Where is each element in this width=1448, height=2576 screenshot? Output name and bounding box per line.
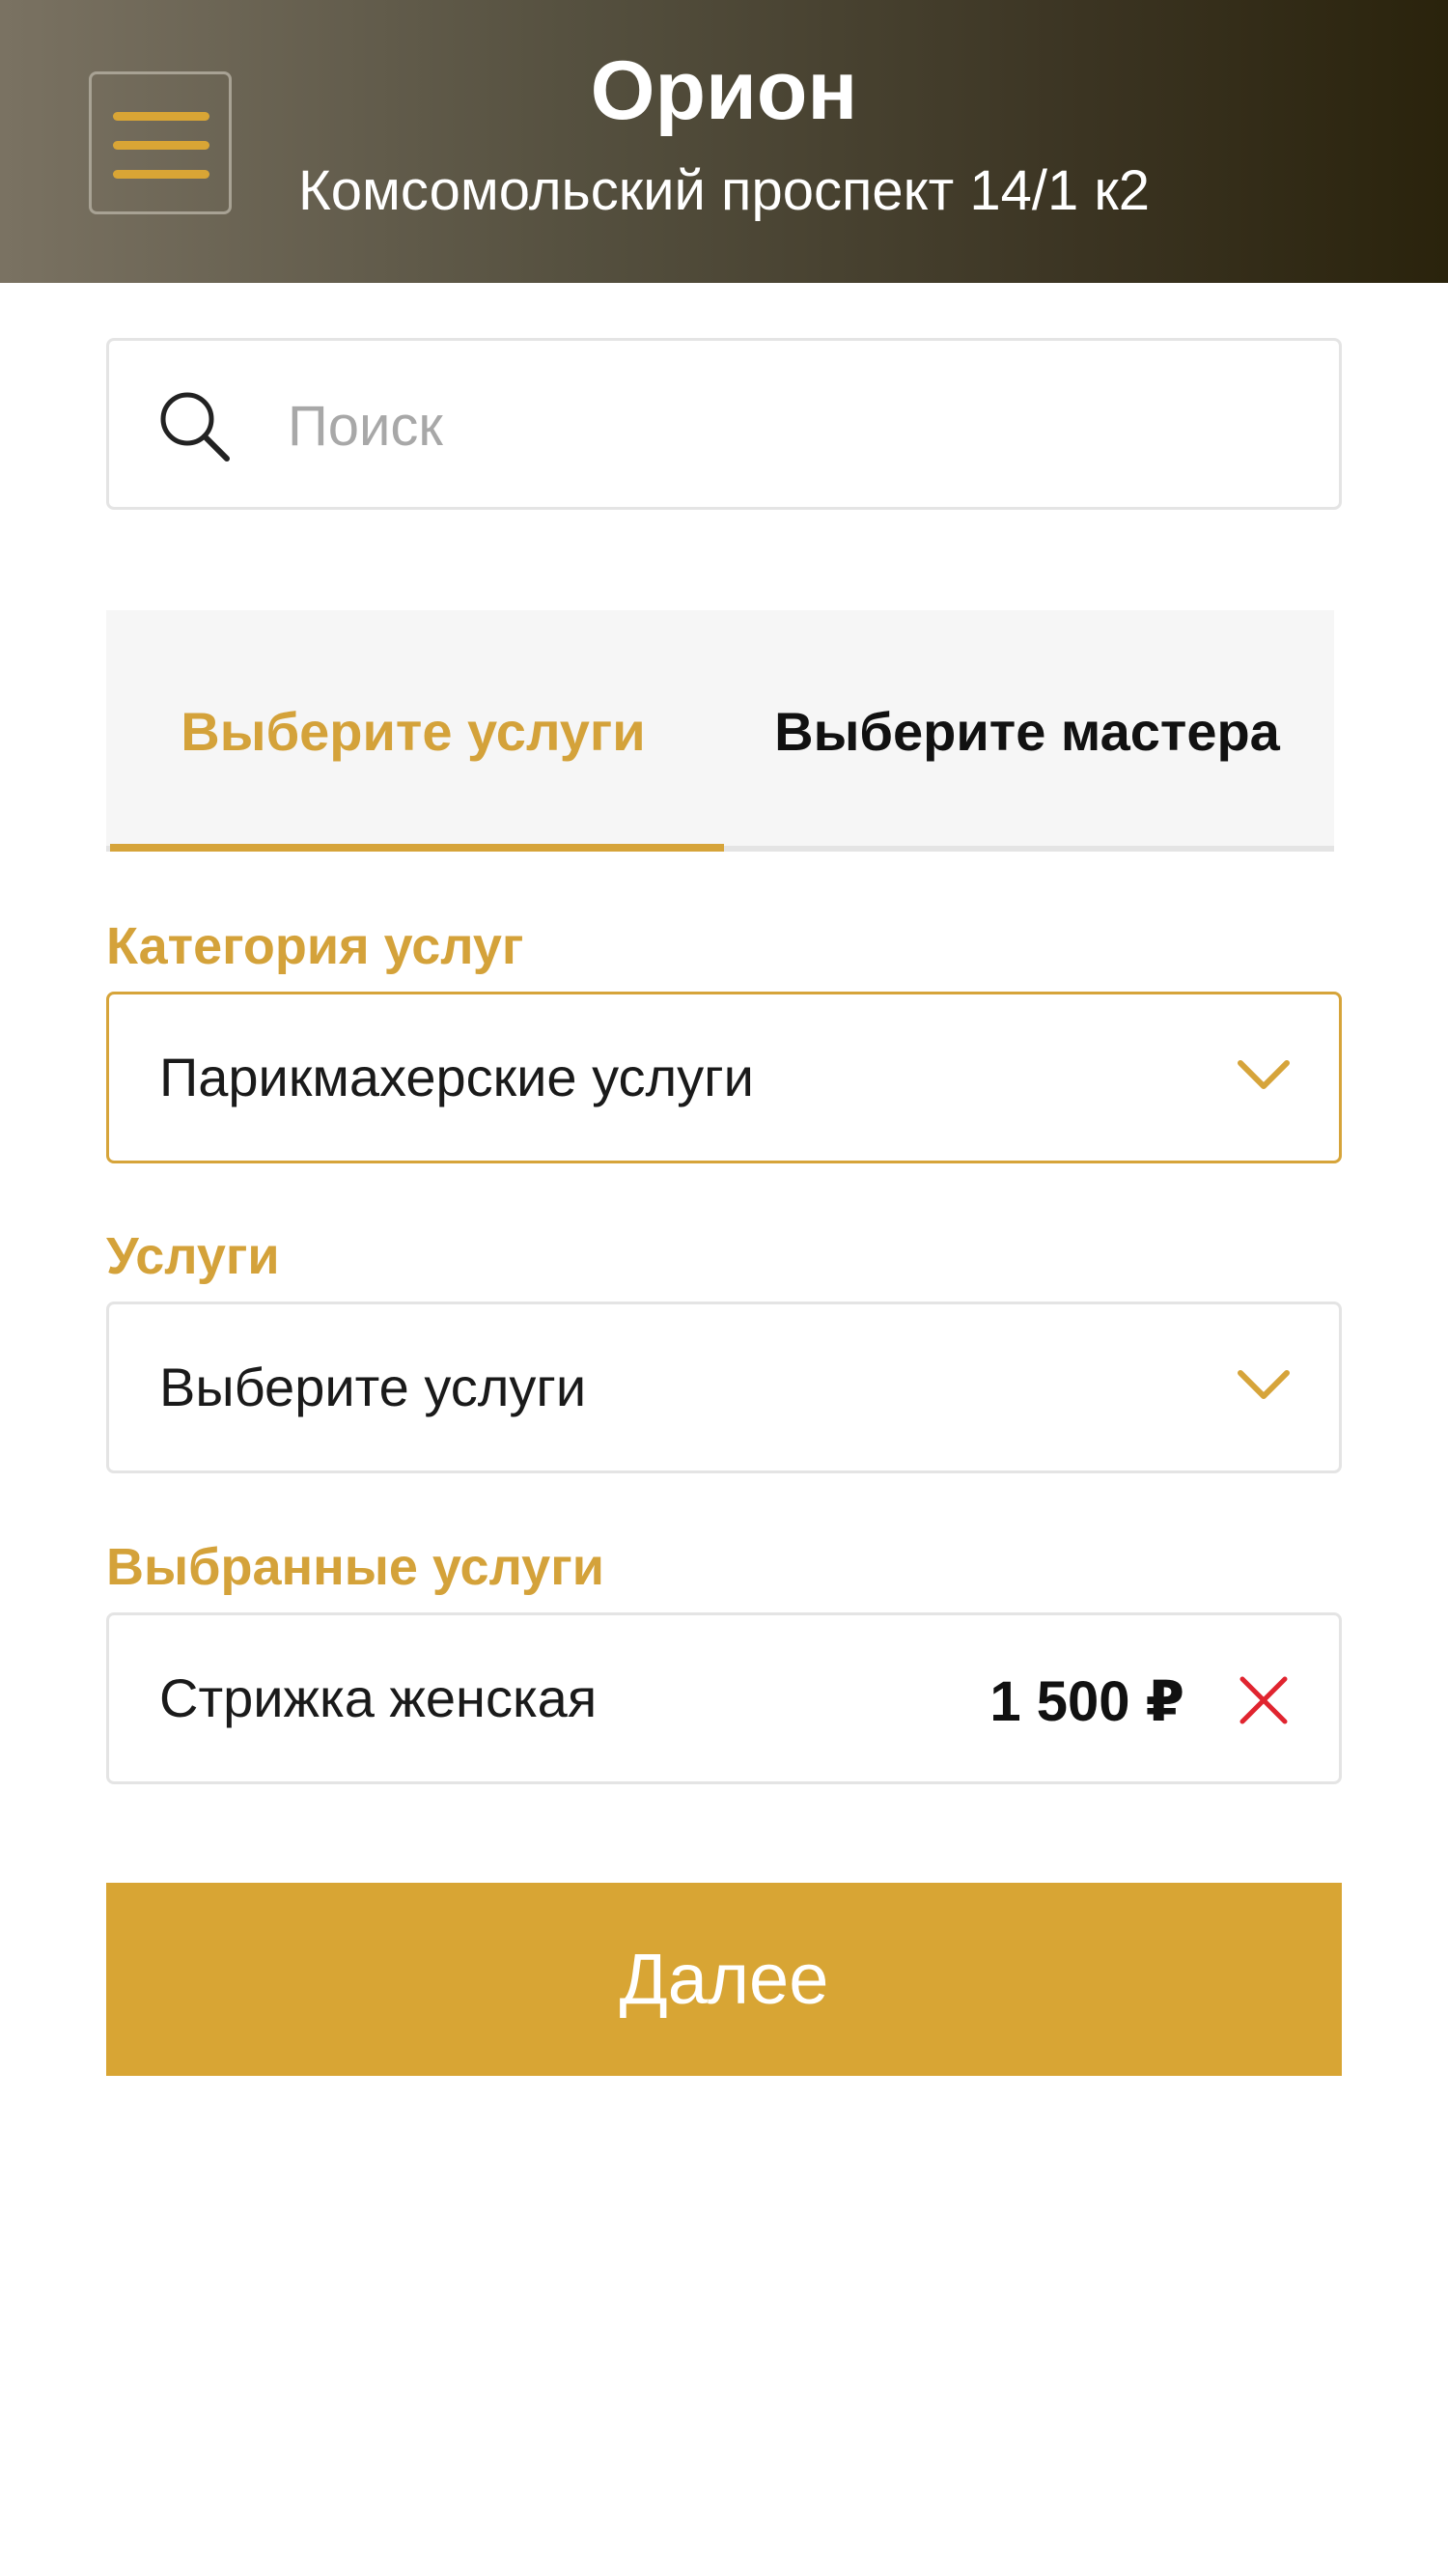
tab-bar: Выберите услуги Выберите мастера <box>106 610 1334 852</box>
menu-icon-bar <box>113 141 209 150</box>
salon-address: Комсомольский проспект 14/1 к2 <box>298 159 1150 222</box>
app-header: Орион Комсомольский проспект 14/1 к2 <box>0 0 1448 283</box>
services-select[interactable]: Выберите услуги <box>106 1302 1342 1473</box>
category-select[interactable]: Парикмахерские услуги <box>106 992 1342 1163</box>
selected-service-name: Стрижка женская <box>159 1667 598 1728</box>
search-icon <box>160 392 230 462</box>
close-icon[interactable] <box>1239 1675 1289 1725</box>
category-label: Категория услуг <box>106 917 524 975</box>
tab-select-services[interactable]: Выберите услуги <box>106 610 720 852</box>
tab-select-master[interactable]: Выберите мастера <box>720 610 1334 852</box>
chevron-down-icon <box>1238 1370 1290 1399</box>
category-value: Парикмахерские услуги <box>159 1047 754 1107</box>
services-label: Услуги <box>106 1227 280 1285</box>
selected-service-item: Стрижка женская 1 500 ₽ <box>106 1612 1342 1784</box>
services-value: Выберите услуги <box>159 1357 587 1417</box>
salon-name: Орион <box>590 44 858 137</box>
booking-screen: Орион Комсомольский проспект 14/1 к2 Выб… <box>0 0 1448 2576</box>
search-input[interactable] <box>288 379 1311 472</box>
search-box[interactable] <box>106 338 1342 510</box>
chevron-down-icon <box>1238 1060 1290 1089</box>
selected-service-price: 1 500 ₽ <box>989 1670 1184 1733</box>
selected-services-label: Выбранные услуги <box>106 1538 604 1596</box>
active-tab-indicator <box>110 844 724 852</box>
next-button[interactable]: Далее <box>106 1883 1342 2076</box>
